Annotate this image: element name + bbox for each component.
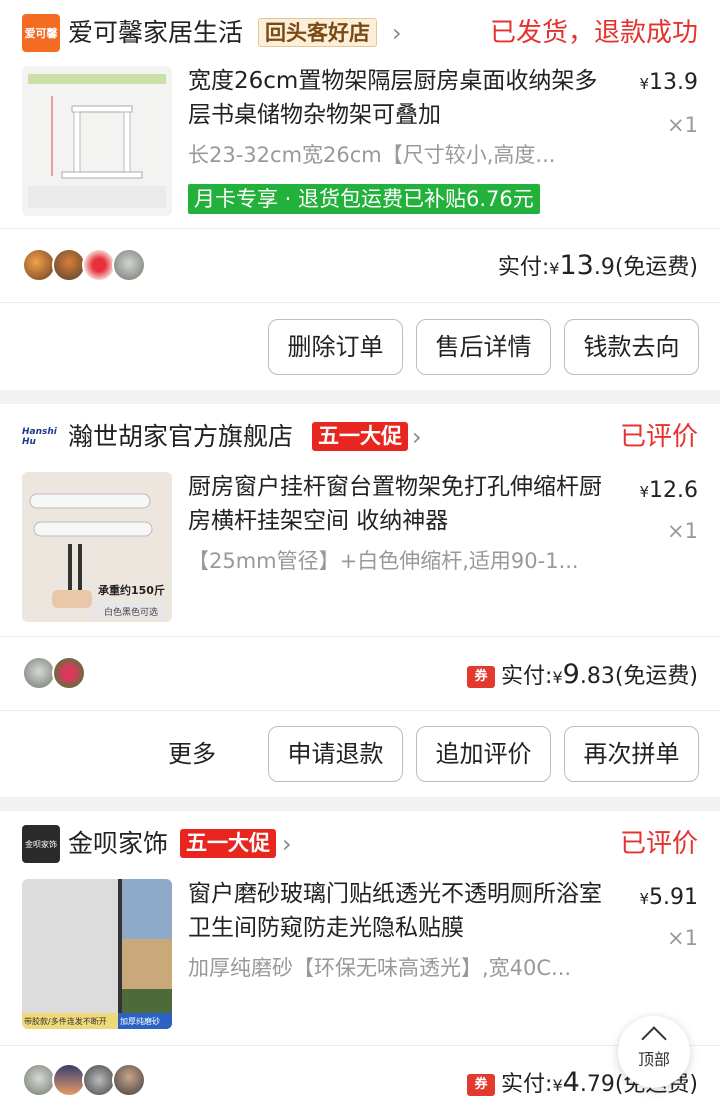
shop-logo: 金呗家饰 (22, 825, 60, 863)
after-sales-button[interactable]: 售后详情 (416, 319, 551, 375)
product-price: ¥5.91 (639, 885, 698, 910)
group-avatars (22, 656, 86, 690)
avatar (22, 656, 56, 690)
product-spec: 【25mm管径】+白色伸缩杆,适用90-1... (188, 549, 579, 573)
coupon-icon: 券 (467, 1074, 496, 1096)
reorder-button[interactable]: 再次拼单 (564, 726, 699, 782)
back-to-top-button[interactable]: 顶部 (618, 1016, 690, 1088)
image-caption: 承重约150斤 (98, 584, 165, 597)
avatar (82, 1063, 116, 1097)
shop-logo: Hanshi Hu (22, 418, 60, 456)
shop-name[interactable]: 瀚世胡家官方旗舰店 (68, 418, 293, 456)
shop-name[interactable]: 金呗家饰 (68, 825, 168, 863)
product-price: ¥13.9 (639, 70, 698, 95)
shop-tag: 五一大促 (180, 829, 276, 858)
divider (0, 228, 720, 229)
divider (0, 636, 720, 637)
delete-order-button[interactable]: 删除订单 (268, 319, 403, 375)
avatar (22, 248, 56, 282)
product-image[interactable]: 带胶款/多件连发不断开 加厚纯磨砂 (22, 879, 172, 1029)
product-quantity: ×1 (667, 926, 698, 950)
order-card: 金呗家饰 金呗家饰 五一大促 › 已评价 带胶款/多件连发不断开 加厚纯磨砂 窗… (0, 811, 720, 1112)
chevron-right-icon[interactable]: › (392, 18, 402, 48)
promo-banner: 月卡专享 · 退货包运费已补贴6.76元 (188, 184, 540, 214)
avatar (112, 1063, 146, 1097)
paid-amount: 券实付:¥9.83(免运费) (467, 657, 698, 696)
shop-header[interactable]: Hanshi Hu 瀚世胡家官方旗舰店 五一大促 › 已评价 (0, 404, 720, 464)
avatar (52, 656, 86, 690)
order-status: 已评价 (619, 829, 698, 859)
avatar (52, 1063, 86, 1097)
product-spec: 加厚纯磨砂【环保无味高透光】,宽40C... (188, 956, 572, 980)
shop-header[interactable]: 爱可馨 爱可馨家居生活 回头客好店 › 已发货，退款成功 (0, 0, 720, 60)
product-quantity: ×1 (667, 113, 698, 137)
avatar (22, 1063, 56, 1097)
refund-destination-button[interactable]: 钱款去向 (564, 319, 699, 375)
order-card: Hanshi Hu 瀚世胡家官方旗舰店 五一大促 › 已评价 承重约150斤 白… (0, 404, 720, 797)
order-status: 已评价 (619, 422, 698, 452)
image-caption: 白色黑色可选 (104, 608, 159, 618)
group-avatars (22, 1063, 146, 1097)
more-button[interactable]: 更多 (168, 726, 216, 782)
product-title[interactable]: 宽度26cm置物架隔层厨房桌面收纳架多层书桌储物杂物架可叠加 (188, 64, 608, 132)
chevron-right-icon[interactable]: › (282, 829, 292, 859)
image-caption: 带胶款/多件连发不断开 (24, 1017, 107, 1026)
product-spec: 长23-32cm宽26cm【尺寸较小,高度... (188, 143, 556, 167)
order-status: 已发货，退款成功 (489, 18, 698, 48)
chevron-right-icon[interactable]: › (412, 422, 422, 452)
avatar (112, 248, 146, 282)
shop-tag: 回头客好店 (258, 18, 377, 47)
avatar (82, 248, 116, 282)
order-card: 爱可馨 爱可馨家居生活 回头客好店 › 已发货，退款成功 宽度26cm置物架隔层… (0, 0, 720, 390)
product-image[interactable] (22, 66, 172, 216)
shop-name[interactable]: 爱可馨家居生活 (68, 14, 243, 52)
shop-tag: 五一大促 (312, 422, 408, 451)
product-image[interactable]: 承重约150斤 白色黑色可选 (22, 472, 172, 622)
paid-amount: 实付:¥13.9(免运费) (497, 250, 698, 281)
divider (0, 710, 720, 711)
product-price: ¥12.6 (639, 478, 698, 503)
shop-header[interactable]: 金呗家饰 金呗家饰 五一大促 › 已评价 (0, 811, 720, 871)
divider (0, 302, 720, 303)
product-quantity: ×1 (667, 519, 698, 543)
request-refund-button[interactable]: 申请退款 (268, 726, 403, 782)
image-caption: 加厚纯磨砂 (120, 1017, 160, 1026)
add-review-button[interactable]: 追加评价 (416, 726, 551, 782)
shop-logo: 爱可馨 (22, 14, 60, 52)
product-title[interactable]: 窗户磨砂玻璃门贴纸透光不透明厕所浴室卫生间防窥防走光隐私贴膜 (188, 877, 608, 945)
divider (0, 1045, 720, 1046)
product-title[interactable]: 厨房窗户挂杆窗台置物架免打孔伸缩杆厨房横杆挂架空间 收纳神器 (188, 470, 608, 538)
coupon-icon: 券 (467, 666, 496, 688)
avatar (52, 248, 86, 282)
group-avatars (22, 248, 146, 282)
